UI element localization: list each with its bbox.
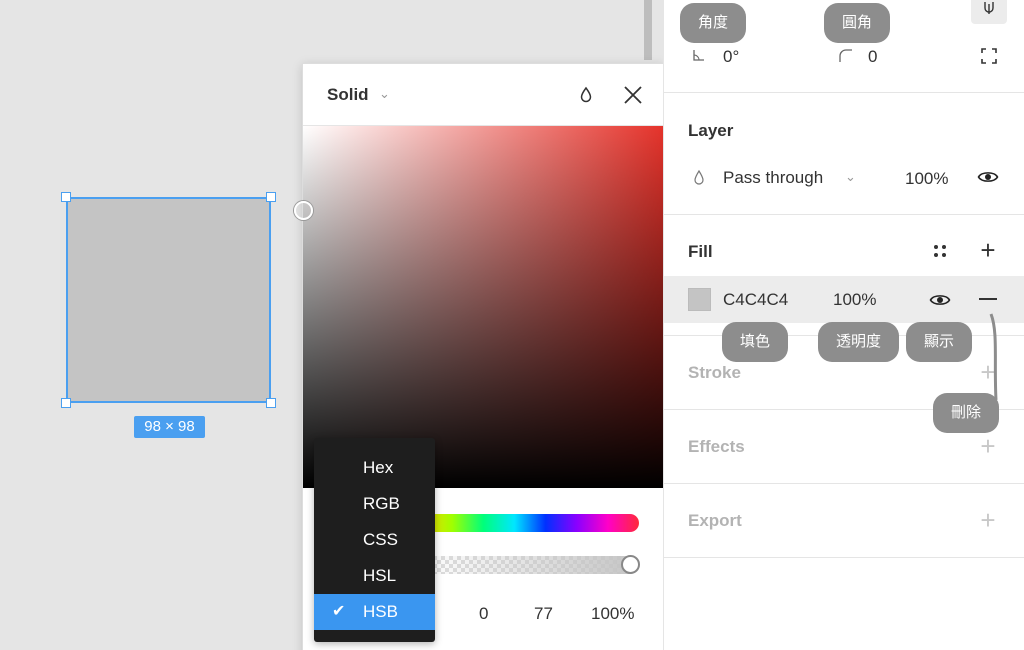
layer-opacity-input[interactable]: 100% xyxy=(905,169,948,189)
alpha-slider-knob[interactable] xyxy=(621,555,640,574)
corner-radius-icon xyxy=(837,47,853,63)
blend-mode-droplet-icon xyxy=(692,169,706,187)
canvas-scrollbar[interactable] xyxy=(644,0,652,60)
fill-type-label[interactable]: Solid xyxy=(327,85,369,105)
alpha-value[interactable]: 100% xyxy=(591,604,634,624)
checkmark-icon: ✔ xyxy=(332,603,346,620)
menu-item-label: HSB xyxy=(363,602,398,621)
saturation-brightness-area[interactable] xyxy=(294,126,665,488)
export-section: Export + xyxy=(664,484,1024,558)
color-picker-knob[interactable] xyxy=(294,201,313,220)
annotation-visibility: 顯示 xyxy=(906,322,973,362)
angle-icon xyxy=(691,47,707,63)
fill-hex-input[interactable]: C4C4C4 xyxy=(723,290,788,310)
fill-row: C4C4C4 100% xyxy=(664,276,1024,323)
independent-corners-icon[interactable] xyxy=(980,47,998,65)
eye-icon[interactable] xyxy=(929,292,951,308)
menu-item-label: Hex xyxy=(363,458,394,477)
effects-title: Effects xyxy=(688,437,745,456)
stroke-title: Stroke xyxy=(688,363,741,382)
brightness-value-1[interactable]: 77 xyxy=(534,604,553,624)
selected-rectangle[interactable] xyxy=(66,197,271,403)
annotation-remove: 刪除 xyxy=(933,393,1000,433)
menu-item-hex[interactable]: Hex xyxy=(314,450,435,486)
fill-opacity-input[interactable]: 100% xyxy=(833,290,876,310)
menu-item-label: RGB xyxy=(363,494,400,513)
constraint-icon[interactable] xyxy=(971,0,1007,24)
resize-handle-bottom-right[interactable] xyxy=(266,398,276,408)
add-effect-button[interactable]: + xyxy=(977,433,999,459)
selection-size-badge: 98 × 98 xyxy=(134,416,205,438)
corner-radius-input[interactable]: 0 xyxy=(868,47,877,67)
color-format-menu: Hex RGB CSS HSL ✔ HSB xyxy=(314,438,435,642)
export-title: Export xyxy=(688,511,742,530)
layer-section: Layer Pass through ⌄ 100% xyxy=(664,93,1024,215)
menu-item-css[interactable]: CSS xyxy=(314,522,435,558)
remove-fill-icon[interactable] xyxy=(979,298,997,300)
layer-title: Layer xyxy=(688,121,734,140)
angle-input[interactable]: 0° xyxy=(723,47,739,67)
fill-swatch[interactable] xyxy=(688,288,711,311)
alpha-slider[interactable] xyxy=(421,556,639,574)
color-picker-header: Solid ⌄ xyxy=(303,64,663,126)
fill-section: Fill + C4C4C4 100% xyxy=(664,215,1024,336)
menu-item-label: HSL xyxy=(363,566,397,585)
fill-title: Fill xyxy=(688,242,713,261)
close-icon[interactable] xyxy=(621,83,645,107)
menu-item-hsb[interactable]: ✔ HSB xyxy=(314,594,435,630)
add-fill-button[interactable]: + xyxy=(977,237,999,263)
annotation-fill-color: 填色 xyxy=(722,322,789,362)
add-export-button[interactable]: + xyxy=(977,507,999,533)
menu-item-label: CSS xyxy=(363,530,398,549)
chevron-down-icon[interactable]: ⌄ xyxy=(845,169,856,185)
annotation-radius: 圓角 xyxy=(824,3,891,43)
resize-handle-top-left[interactable] xyxy=(61,192,71,202)
blend-mode-select[interactable]: Pass through xyxy=(723,168,823,188)
droplet-icon[interactable] xyxy=(574,83,598,107)
menu-item-hsl[interactable]: HSL xyxy=(314,558,435,594)
resize-handle-bottom-left[interactable] xyxy=(61,398,71,408)
eye-icon[interactable] xyxy=(977,169,999,185)
menu-item-rgb[interactable]: RGB xyxy=(314,486,435,522)
hue-slider[interactable] xyxy=(421,514,639,532)
styles-grid-icon[interactable] xyxy=(932,243,948,259)
chevron-down-icon[interactable]: ⌄ xyxy=(379,86,390,102)
annotation-opacity: 透明度 xyxy=(818,322,900,362)
resize-handle-top-right[interactable] xyxy=(266,192,276,202)
annotation-connector xyxy=(989,313,998,401)
annotation-angle: 角度 xyxy=(680,3,747,43)
brightness-value-0[interactable]: 0 xyxy=(479,604,488,624)
